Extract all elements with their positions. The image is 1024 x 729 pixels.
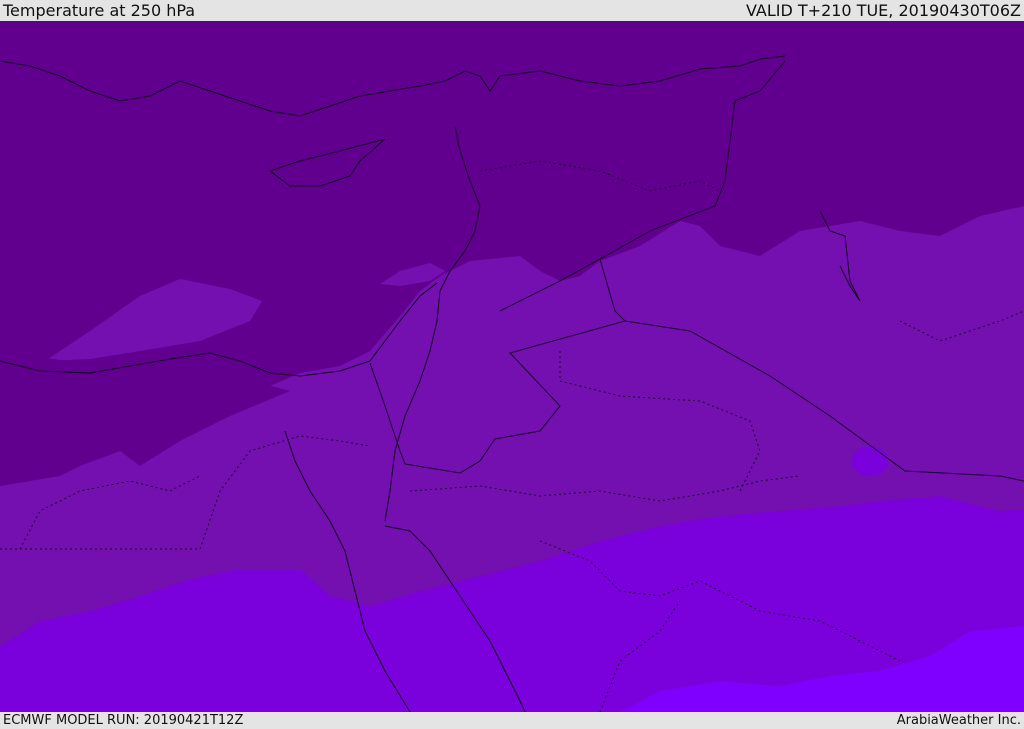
temperature-map[interactable] bbox=[0, 21, 1024, 712]
header-bar: Temperature at 250 hPa VALID T+210 TUE, … bbox=[0, 0, 1024, 21]
temp-band-mid-patch bbox=[852, 446, 888, 476]
model-run-label: ECMWF MODEL RUN: 20190421T12Z bbox=[3, 713, 244, 728]
map-canvas bbox=[0, 21, 1024, 712]
credit-label: ArabiaWeather Inc. bbox=[896, 713, 1021, 728]
valid-time-label: VALID T+210 TUE, 20190430T06Z bbox=[745, 1, 1021, 20]
footer-bar: ECMWF MODEL RUN: 20190421T12Z ArabiaWeat… bbox=[0, 712, 1024, 729]
map-title: Temperature at 250 hPa bbox=[3, 1, 196, 20]
